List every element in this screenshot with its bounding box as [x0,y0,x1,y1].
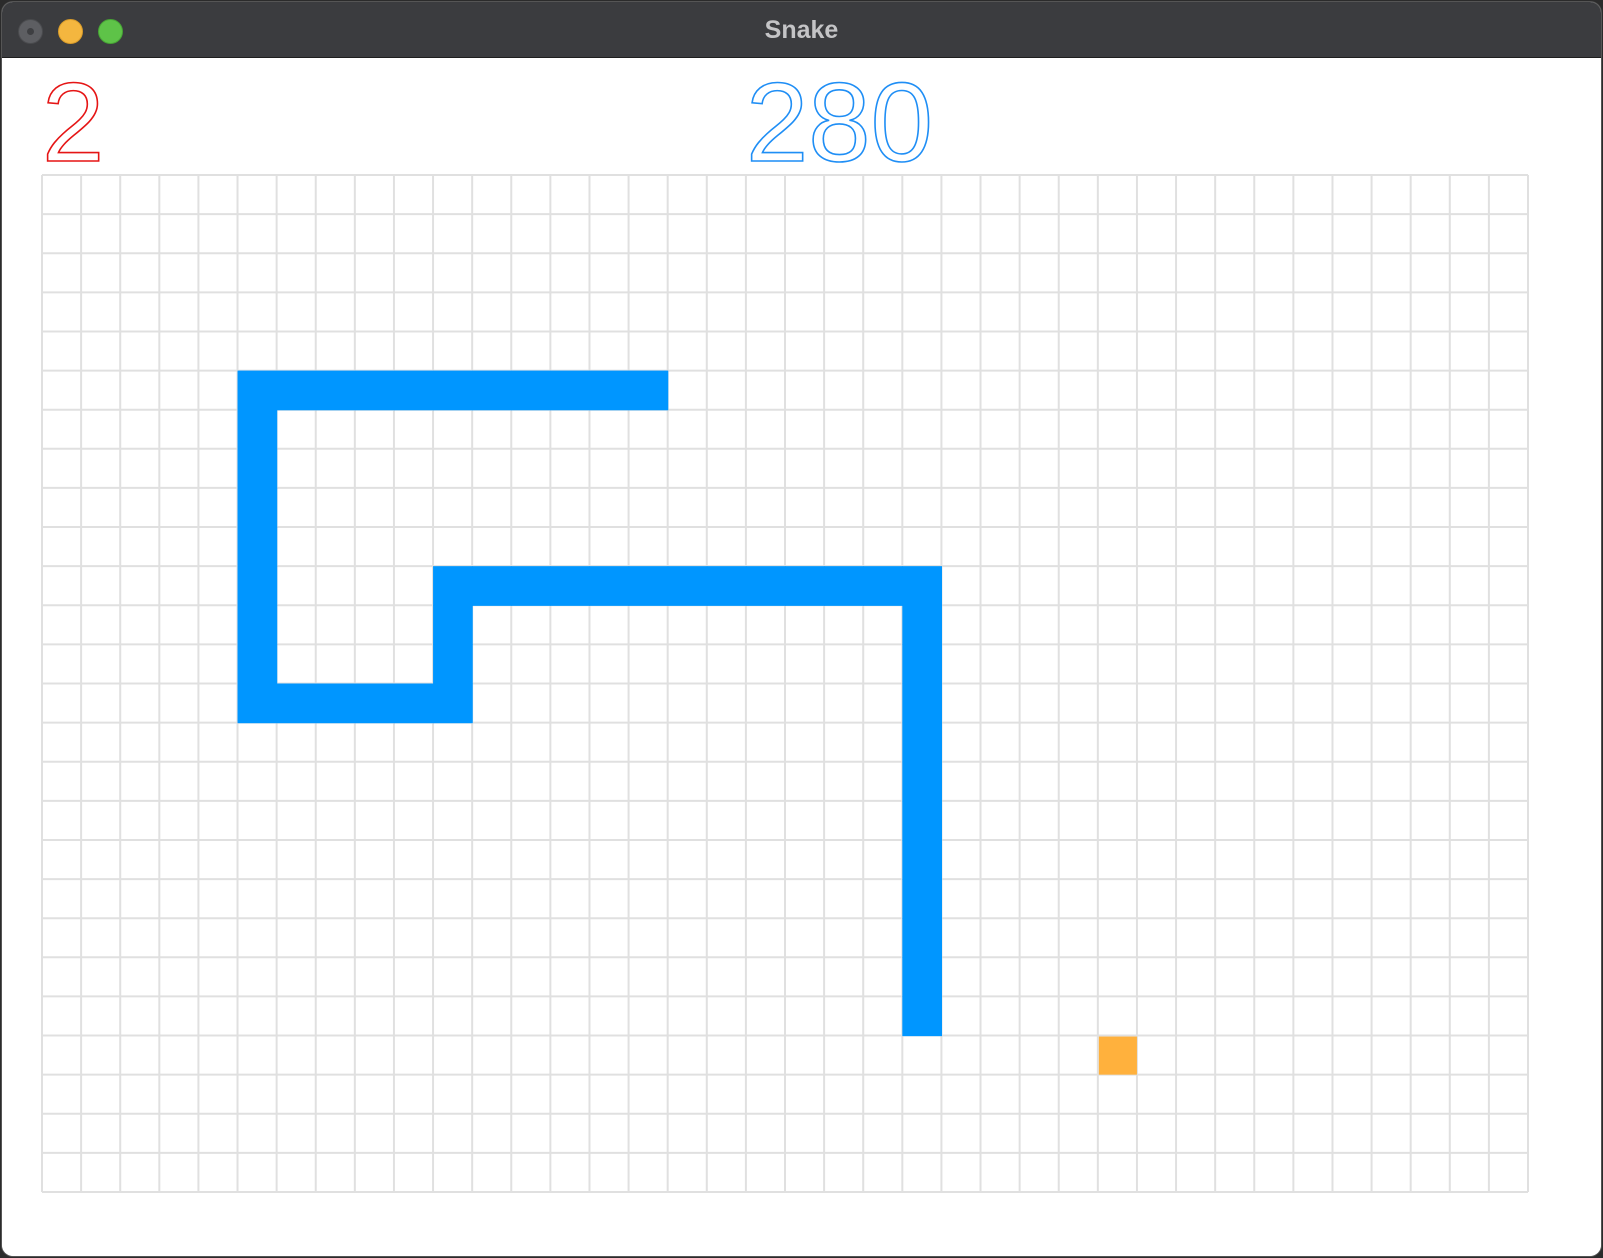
snake-segment [237,527,278,567]
snake-segment [315,683,356,724]
snake-segment [354,683,395,724]
snake-segment [472,566,512,606]
board-canvas [41,174,1529,1193]
snake-segment [745,566,786,606]
snake-segment [433,370,473,411]
snake-segment [315,370,356,411]
snake-segment [902,800,943,841]
snake-segment [902,957,943,998]
snake-segment [550,566,591,606]
snake-tail-segment [628,370,669,411]
snake-segment [706,566,747,606]
snake-segment [902,839,943,880]
snake-segment [472,370,512,411]
snake-segment [237,644,278,685]
snake-segment [393,683,434,724]
snake-segment [511,370,551,411]
snake-segment [589,370,630,411]
snake-segment [433,605,473,645]
window-title: Snake [764,16,839,44]
snake-segment [902,566,943,606]
snake-segment [863,566,903,606]
food-pellet [1098,1036,1137,1075]
snake-segment [433,566,473,606]
snake-head-segment [902,996,943,1037]
snake-segment [433,683,473,724]
title-bar[interactable]: Snake [2,2,1601,58]
snake-segment [433,644,473,685]
snake-segment [237,487,278,528]
snake-segment [902,605,943,645]
snake-segment [667,566,708,606]
snake-segment [237,566,278,606]
snake-segment [511,566,551,606]
snake-segment [628,566,669,606]
snake-segment [237,448,278,489]
snake-segment [237,370,278,411]
lives-counter: 2 [41,60,105,185]
snake-segment [824,566,864,606]
snake-segment [785,566,825,606]
snake-segment [902,761,943,802]
snake-segment [237,683,278,724]
snake-segment [902,918,943,958]
snake-segment [276,683,317,724]
snake-segment [237,605,278,645]
food-group [1098,1036,1137,1075]
snake-segment [393,370,434,411]
snake-segment [550,370,591,411]
game-window: Snake 2 280 [2,2,1601,1256]
snake-segment [589,566,630,606]
score-counter: 280 [745,60,933,185]
snake-segment [902,722,943,763]
game-board[interactable] [40,173,1530,1194]
snake-segment [276,370,317,411]
snake-segment [902,879,943,919]
game-content: 2 280 [2,59,1601,1256]
snake-segment [902,644,943,685]
snake-segment [902,683,943,724]
snake-segment [354,370,395,411]
snake-segment [237,409,278,450]
